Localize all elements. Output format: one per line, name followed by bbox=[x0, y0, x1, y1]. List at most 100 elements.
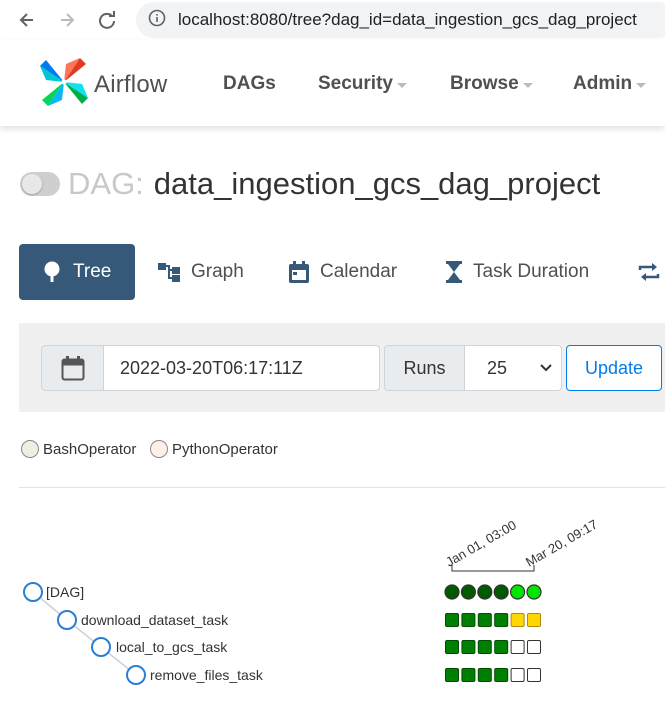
task-instance-square[interactable] bbox=[510, 613, 525, 627]
tree-icon bbox=[44, 261, 60, 282]
legend-swatch bbox=[150, 440, 168, 458]
node-label: remove_files_task bbox=[150, 667, 264, 683]
legend-python-operator: PythonOperator bbox=[150, 440, 278, 458]
tree-links bbox=[32, 591, 137, 676]
base-date-calendar-button[interactable] bbox=[41, 345, 103, 391]
calendar-icon bbox=[289, 261, 309, 283]
nav-browse-label: Browse bbox=[450, 73, 519, 94]
forward-arrow-icon[interactable] bbox=[53, 6, 81, 34]
runs-group: Runs 25 bbox=[384, 345, 562, 391]
task-instance-square[interactable] bbox=[445, 668, 459, 682]
task-instance-square[interactable] bbox=[527, 668, 541, 682]
dag-run-circle[interactable] bbox=[460, 584, 476, 600]
nav-security[interactable]: Security bbox=[318, 73, 407, 95]
runs-select-value: 25 bbox=[487, 357, 508, 378]
task-instance-square[interactable] bbox=[461, 640, 476, 654]
nav-browse[interactable]: Browse bbox=[450, 73, 533, 95]
task-instance-square[interactable] bbox=[477, 640, 492, 654]
task-instance-square[interactable] bbox=[461, 613, 476, 627]
tree-date-label-start: Jan 01, 03:00 bbox=[443, 517, 519, 569]
chevron-down-icon bbox=[636, 83, 647, 88]
dag-run-circle[interactable] bbox=[444, 584, 460, 600]
url-text: localhost:8080/tree?dag_id=data_ingestio… bbox=[178, 10, 637, 29]
task-instance-square[interactable] bbox=[510, 640, 525, 654]
brand-link[interactable]: Airflow bbox=[38, 56, 167, 113]
base-date-group: 2022-03-20T06:17:11Z bbox=[41, 345, 380, 391]
run-status-grid bbox=[444, 584, 542, 682]
date-range-bracket bbox=[451, 565, 535, 572]
dag-title: DAG: data_ingestion_gcs_dag_project bbox=[20, 166, 600, 202]
runs-label: Runs bbox=[384, 345, 464, 391]
browser-toolbar: localhost:8080/tree?dag_id=data_ingestio… bbox=[0, 0, 665, 40]
pause-toggle[interactable] bbox=[20, 172, 60, 196]
hourglass-icon bbox=[446, 261, 462, 283]
tree-node-task[interactable]: download_dataset_task bbox=[57, 610, 229, 630]
node-circle bbox=[23, 582, 43, 602]
address-bar[interactable]: localhost:8080/tree?dag_id=data_ingestio… bbox=[136, 2, 665, 38]
tree-node-task[interactable]: local_to_gcs_task bbox=[91, 637, 228, 657]
task-instance-square[interactable] bbox=[461, 668, 476, 682]
dag-prefix: DAG: bbox=[68, 166, 144, 201]
legend-label: PythonOperator bbox=[172, 440, 278, 458]
task-instance-square[interactable] bbox=[527, 640, 541, 654]
retry-arrows-icon bbox=[638, 263, 660, 281]
legend-swatch bbox=[21, 440, 39, 458]
task-instance-square[interactable] bbox=[445, 613, 459, 627]
node-label: local_to_gcs_task bbox=[116, 639, 228, 655]
dag-run-circle[interactable] bbox=[509, 584, 526, 600]
task-instance-square[interactable] bbox=[494, 613, 509, 627]
nav-security-label: Security bbox=[318, 73, 393, 94]
tree-node-task[interactable]: remove_files_task bbox=[126, 665, 264, 685]
chevron-down-icon bbox=[396, 83, 407, 88]
toggle-knob bbox=[22, 174, 42, 194]
task-instance-square[interactable] bbox=[445, 640, 459, 654]
task-instance-square[interactable] bbox=[494, 640, 509, 654]
task-instance-square[interactable] bbox=[527, 613, 541, 627]
tab-graph[interactable]: Graph bbox=[157, 244, 244, 300]
dag-run-circle[interactable] bbox=[477, 584, 493, 600]
nav-admin[interactable]: Admin bbox=[573, 73, 647, 95]
airflow-logo-icon bbox=[38, 56, 90, 113]
nav-admin-label: Admin bbox=[573, 73, 633, 94]
dag-id: data_ingestion_gcs_dag_project bbox=[153, 166, 601, 201]
reload-icon[interactable] bbox=[93, 6, 121, 34]
node-label: [DAG] bbox=[46, 584, 84, 600]
node-circle bbox=[91, 637, 111, 657]
task-instance-square[interactable] bbox=[477, 613, 492, 627]
nav-dags[interactable]: DAGs bbox=[223, 73, 276, 95]
base-date-input[interactable]: 2022-03-20T06:17:11Z bbox=[103, 345, 380, 391]
tab-task-duration-label: Task Duration bbox=[473, 261, 590, 282]
tab-retries[interactable] bbox=[638, 244, 665, 300]
tab-graph-label: Graph bbox=[191, 261, 244, 282]
tab-tree-label: Tree bbox=[73, 261, 112, 282]
tab-calendar[interactable]: Calendar bbox=[288, 244, 397, 300]
tab-tree[interactable]: Tree bbox=[19, 244, 136, 300]
tree-date-label-end: Mar 20, 09:17 bbox=[523, 516, 600, 569]
calendar-icon bbox=[61, 356, 84, 381]
tree-node-dag[interactable]: [DAG] bbox=[23, 582, 84, 602]
runs-select[interactable]: 25 bbox=[464, 345, 562, 391]
legend-bash-operator: BashOperator bbox=[21, 440, 136, 458]
task-instance-square[interactable] bbox=[477, 668, 492, 682]
update-button[interactable]: Update bbox=[566, 345, 662, 391]
tree-controls: 2022-03-20T06:17:11Z Runs 25 Update bbox=[19, 323, 665, 412]
task-instance-square[interactable] bbox=[494, 668, 509, 682]
divider bbox=[19, 487, 665, 488]
back-arrow-icon[interactable] bbox=[13, 6, 41, 34]
legend-label: BashOperator bbox=[43, 440, 137, 458]
graph-icon bbox=[158, 263, 180, 282]
brand-name: Airflow bbox=[94, 70, 168, 98]
node-label: download_dataset_task bbox=[81, 612, 229, 628]
task-instance-square[interactable] bbox=[510, 668, 525, 682]
node-circle bbox=[57, 610, 77, 630]
info-icon[interactable] bbox=[148, 9, 166, 32]
airflow-navbar: Airflow DAGs Security Browse Admin bbox=[0, 40, 665, 126]
tab-calendar-label: Calendar bbox=[320, 261, 398, 282]
chevron-down-icon bbox=[522, 83, 533, 88]
dag-run-circle[interactable] bbox=[526, 584, 542, 600]
tab-task-duration[interactable]: Task Duration bbox=[445, 244, 589, 300]
chevron-down-icon bbox=[540, 364, 552, 372]
dag-run-circle[interactable] bbox=[493, 584, 509, 600]
nav-dags-label: DAGs bbox=[223, 73, 276, 94]
tree-view: Jan 01, 03:00 Mar 20, 09:17 [DAG] downlo… bbox=[23, 516, 600, 685]
